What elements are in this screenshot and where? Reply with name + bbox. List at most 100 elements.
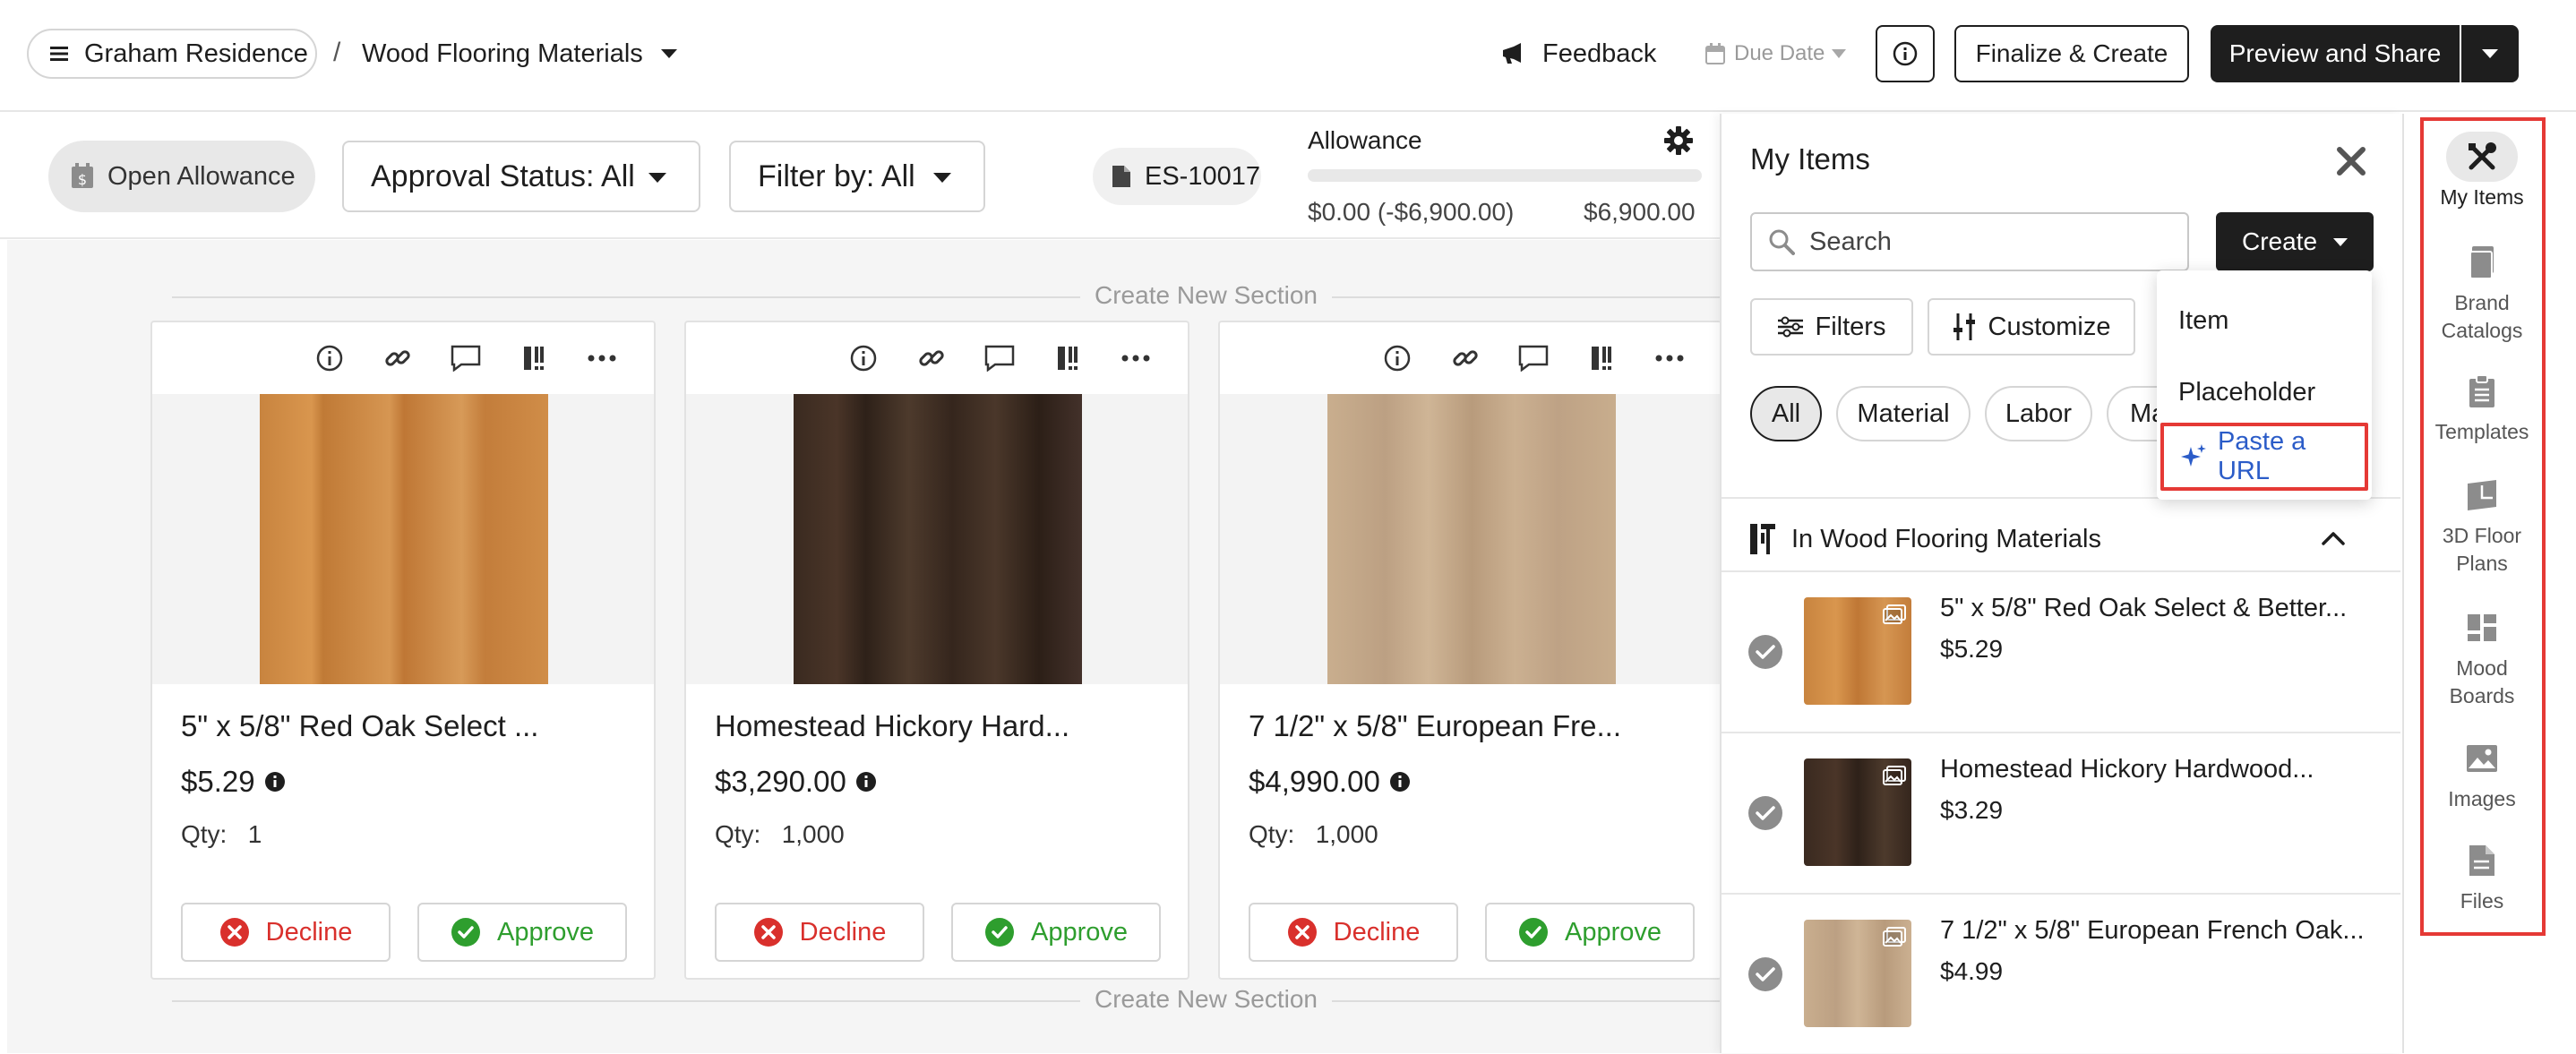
approve-button[interactable]: Approve (951, 903, 1161, 962)
approve-label: Approve (1030, 917, 1128, 947)
create-button[interactable]: Create (2216, 212, 2374, 271)
card-title: Homestead Hickory Hard... (715, 709, 1070, 742)
item-card[interactable]: Homestead Hickory Hard... $3,290.00 Qty:… (684, 321, 1189, 980)
more-icon[interactable] (568, 338, 636, 378)
list-item[interactable]: 7 1/2" x 5/8" European French Oak... $4.… (1722, 893, 2400, 1054)
decline-button[interactable]: Decline (1249, 903, 1458, 962)
create-new-section-top[interactable]: Create New Section (1080, 281, 1333, 310)
info-icon[interactable] (264, 771, 286, 793)
filter-by-dropdown[interactable]: Filter by: All (729, 141, 985, 212)
customize-button[interactable]: Customize (1928, 298, 2135, 356)
pin-icon[interactable] (500, 338, 568, 378)
tools-icon (1750, 524, 1775, 554)
group-header[interactable]: In Wood Flooring Materials (1748, 517, 2375, 561)
filter-by-label: Filter by: All (758, 159, 915, 193)
section-selector[interactable]: Wood Flooring Materials (362, 36, 677, 72)
menu-item-paste-url[interactable]: Paste a URL (2160, 423, 2368, 491)
preview-share-dropdown[interactable] (2461, 25, 2519, 82)
more-icon[interactable] (1102, 338, 1170, 378)
rail-item-3d-floor-plans[interactable]: 3D Floor Plans (2395, 477, 2569, 578)
rail-label: Brand Catalogs (2441, 291, 2523, 342)
list-item[interactable]: 5" x 5/8" Red Oak Select & Better... $5.… (1722, 570, 2400, 732)
qty-label: Qty: (181, 820, 228, 848)
gallery-icon (1883, 766, 1906, 785)
close-circle-icon (753, 918, 783, 947)
card-toolbar (1363, 338, 1704, 378)
estimate-badge[interactable]: ES-10017 (1093, 148, 1261, 205)
search-placeholder: Search (1809, 227, 1892, 256)
decline-button[interactable]: Decline (715, 903, 924, 962)
filters-label: Filters (1815, 312, 1886, 341)
gear-icon[interactable] (1664, 126, 1693, 155)
rail-item-my-items[interactable]: My Items (2395, 132, 2569, 211)
card-price: $4,990.00 (1249, 765, 1411, 799)
info-icon[interactable] (855, 771, 877, 793)
pin-icon[interactable] (1034, 338, 1102, 378)
approval-status-dropdown[interactable]: Approval Status: All (342, 141, 700, 212)
due-date-selector[interactable]: Due Date (1705, 38, 1847, 70)
breadcrumb-separator: / (333, 38, 341, 67)
check-circle-icon[interactable] (1748, 635, 1782, 669)
check-circle-icon[interactable] (1748, 796, 1782, 830)
filter-bar: $ Open Allowance Approval Status: All Fi… (0, 114, 1720, 239)
rail-item-brand-catalogs[interactable]: Brand Catalogs (2395, 244, 2569, 345)
chip-material[interactable]: Material (1836, 386, 1971, 441)
info-icon[interactable] (1389, 771, 1411, 793)
item-card[interactable]: 7 1/2" x 5/8" European Fre... $4,990.00 … (1218, 321, 1722, 980)
allowance-progress-track (1308, 169, 1702, 182)
card-title: 5" x 5/8" Red Oak Select ... (181, 709, 539, 742)
calendar-icon (1705, 43, 1725, 64)
link-icon[interactable] (1431, 338, 1499, 378)
create-new-section-bottom[interactable]: Create New Section (1080, 985, 1333, 1014)
rail-item-templates[interactable]: Templates (2395, 373, 2569, 446)
card-price-value: $4,990.00 (1249, 765, 1380, 798)
rail-label: Templates (2434, 420, 2529, 443)
search-input[interactable]: Search (1750, 212, 2189, 271)
pin-icon[interactable] (1567, 338, 1636, 378)
gallery-icon (1883, 927, 1906, 947)
card-title: 7 1/2" x 5/8" European Fre... (1249, 709, 1621, 742)
finalize-create-button[interactable]: Finalize & Create (1954, 25, 2189, 82)
info-icon[interactable] (829, 338, 897, 378)
due-date-label: Due Date (1734, 41, 1825, 65)
card-image-area (1220, 394, 1722, 684)
customize-label: Customize (1988, 312, 2111, 341)
rail-item-files[interactable]: Files (2395, 843, 2569, 915)
rail-label: 3D Floor Plans (2442, 524, 2522, 575)
link-icon[interactable] (897, 338, 966, 378)
list-item[interactable]: Homestead Hickory Hardwood... $3.29 (1722, 732, 2400, 893)
link-icon[interactable] (364, 338, 432, 378)
product-image (1327, 394, 1616, 684)
rail-item-mood-boards[interactable]: Mood Boards (2395, 610, 2569, 710)
more-icon[interactable] (1636, 338, 1704, 378)
menu-item-item[interactable]: Item (2178, 306, 2228, 336)
comment-icon[interactable] (432, 338, 500, 378)
qty-value: 1 (247, 820, 262, 848)
create-label: Create (2241, 227, 2318, 255)
info-button[interactable] (1876, 25, 1935, 82)
section-divider (172, 1000, 1727, 1002)
check-circle-icon[interactable] (1748, 957, 1782, 991)
open-allowance-button[interactable]: $ Open Allowance (48, 141, 315, 212)
chip-all[interactable]: All (1750, 386, 1822, 441)
comment-icon[interactable] (966, 338, 1034, 378)
feedback-button[interactable]: Feedback (1501, 34, 1656, 73)
info-icon[interactable] (296, 338, 364, 378)
floor-plan-icon (2464, 477, 2500, 513)
menu-item-placeholder[interactable]: Placeholder (2178, 378, 2315, 407)
project-breadcrumb-button[interactable]: Graham Residence (27, 29, 317, 79)
chip-labor[interactable]: Labor (1985, 386, 2092, 441)
rail-item-images[interactable]: Images (2395, 741, 2569, 813)
item-card[interactable]: 5" x 5/8" Red Oak Select ... $5.29 Qty: … (150, 321, 656, 980)
decline-button[interactable]: Decline (181, 903, 391, 962)
right-rail: My Items Brand Catalogs Templates 3D Flo… (2402, 114, 2576, 1053)
filters-button[interactable]: Filters (1750, 298, 1913, 356)
mood-board-icon (2464, 610, 2500, 646)
close-icon[interactable] (2336, 146, 2366, 176)
info-icon[interactable] (1363, 338, 1431, 378)
approve-button[interactable]: Approve (417, 903, 627, 962)
close-circle-icon (219, 918, 249, 947)
comment-icon[interactable] (1499, 338, 1567, 378)
preview-share-button[interactable]: Preview and Share (2211, 25, 2460, 82)
approve-button[interactable]: Approve (1485, 903, 1695, 962)
